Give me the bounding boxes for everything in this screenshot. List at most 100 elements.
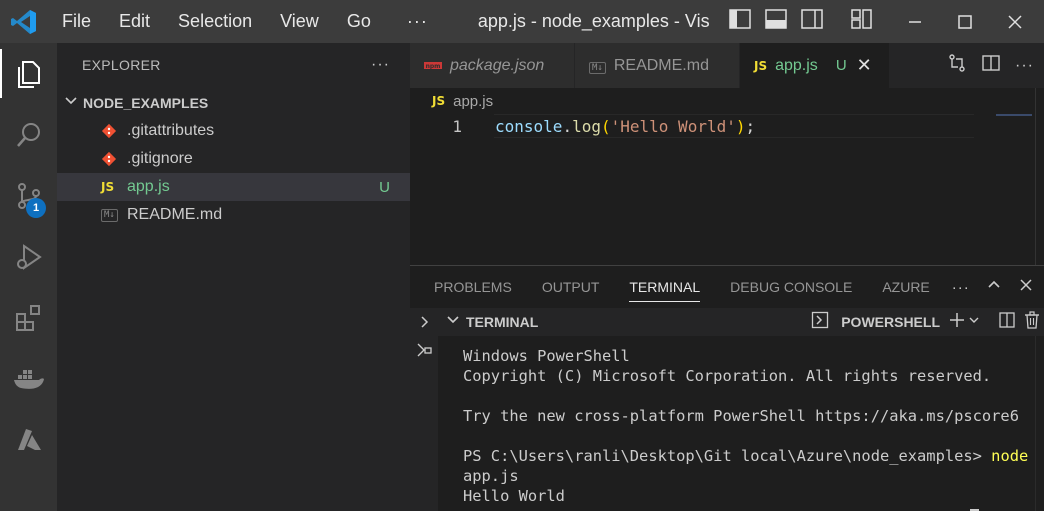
git-icon — [101, 123, 127, 139]
panel-actions — [986, 266, 1034, 308]
terminal-line: Hello World — [463, 487, 565, 505]
chevron-down-icon[interactable] — [446, 313, 460, 332]
file-readme-md[interactable]: M↓ README.md — [57, 201, 410, 229]
tab-output[interactable]: OUTPUT — [542, 266, 600, 308]
terminal-header: TERMINAL POWERSHELL — [438, 308, 1044, 336]
editor-tabs: npm package.json M↓ README.md JS app.js … — [410, 43, 1044, 88]
js-icon: JS — [432, 94, 446, 108]
file-gitignore[interactable]: .gitignore — [57, 145, 410, 173]
terminal-side-toolbar — [410, 308, 438, 511]
new-terminal-icon[interactable] — [948, 311, 966, 334]
menu-file[interactable]: File — [48, 0, 105, 43]
npm-icon: npm — [424, 57, 442, 75]
docker-icon[interactable] — [0, 348, 57, 409]
activity-bar: 1 — [0, 43, 57, 511]
tab-app-js[interactable]: JS app.js U ✕ — [740, 43, 890, 88]
window-title: app.js - node_examples - Vis — [477, 11, 710, 31]
menu-view[interactable]: View — [266, 0, 333, 43]
git-icon — [101, 151, 127, 167]
maximize-panel-icon[interactable] — [986, 277, 1002, 298]
explorer-more-button[interactable]: ··· — [371, 56, 390, 74]
editor-more-icon[interactable]: ··· — [1015, 57, 1034, 75]
tab-debug-console[interactable]: DEBUG CONSOLE — [730, 266, 852, 308]
open-changes-icon[interactable] — [947, 53, 967, 78]
extensions-icon[interactable] — [0, 287, 57, 348]
panel-tabs: PROBLEMS OUTPUT TERMINAL DEBUG CONSOLE A… — [410, 266, 1044, 308]
menu-more-button[interactable]: ··· — [385, 11, 446, 32]
shell-name[interactable]: POWERSHELL — [841, 314, 940, 330]
markdown-icon: M↓ — [101, 208, 127, 222]
file-name: app.js — [127, 178, 170, 195]
search-icon[interactable] — [0, 104, 57, 165]
tab-terminal[interactable]: TERMINAL — [629, 266, 700, 308]
menu-edit[interactable]: Edit — [105, 0, 164, 43]
breadcrumb: JS app.js — [410, 88, 1044, 114]
tab-label: README.md — [613, 56, 709, 74]
minimize-button[interactable] — [890, 0, 940, 43]
bottom-panel: PROBLEMS OUTPUT TERMINAL DEBUG CONSOLE A… — [410, 265, 1044, 511]
toggle-primary-sidebar-icon[interactable] — [729, 9, 751, 34]
close-window-button[interactable] — [990, 0, 1040, 43]
editor-actions: ··· — [947, 43, 1034, 88]
tab-readme-md[interactable]: M↓ README.md — [575, 43, 740, 88]
toggle-secondary-sidebar-icon[interactable] — [801, 9, 823, 34]
tab-label: app.js — [775, 56, 818, 74]
terminal-area: TERMINAL POWERSHELL Windows PowerShell C… — [410, 308, 1044, 511]
chevron-down-icon[interactable] — [968, 313, 980, 331]
code-line[interactable]: 1 console.log('Hello World'); — [410, 114, 1044, 138]
tab-label: package.json — [450, 56, 545, 74]
terminal-scrollbar[interactable] — [1035, 336, 1044, 511]
file-app-js[interactable]: JS app.js U — [57, 173, 410, 201]
explorer-icon[interactable] — [0, 43, 57, 104]
folder-node-examples[interactable]: NODE_EXAMPLES — [57, 89, 410, 117]
markdown-icon: M↓ — [589, 57, 606, 75]
terminal-command: node — [991, 447, 1029, 465]
port-forward-icon[interactable] — [410, 336, 438, 364]
toggle-panel-icon[interactable] — [765, 9, 787, 34]
explorer-title: EXPLORER — [82, 57, 161, 73]
file-gitattributes[interactable]: .gitattributes — [57, 117, 410, 145]
terminal-shell-icon — [811, 311, 829, 334]
split-editor-icon[interactable] — [981, 53, 1001, 78]
tab-azure[interactable]: AZURE — [882, 266, 929, 308]
terminal-prompt-line: PS C:\Users\ranli\Desktop\Git local\Azur… — [463, 446, 1033, 466]
file-name: README.md — [127, 206, 223, 223]
terminal-line: app.js — [463, 467, 519, 485]
file-name: .gitattributes — [127, 122, 215, 139]
editor-scrollbar[interactable] — [1035, 88, 1044, 265]
explorer-sidebar: EXPLORER ··· NODE_EXAMPLES .gitattribute… — [57, 43, 410, 511]
folder-name: NODE_EXAMPLES — [83, 95, 209, 111]
terminal-prompt: PS C:\Users\ranli\Desktop\Git local\Azur… — [463, 447, 992, 465]
editor-area: npm package.json M↓ README.md JS app.js … — [410, 43, 1044, 265]
azure-icon[interactable] — [0, 409, 57, 470]
git-status-badge: U — [835, 57, 847, 74]
close-panel-icon[interactable] — [1018, 277, 1034, 298]
customize-layout-icon[interactable] — [851, 9, 873, 34]
menu-go[interactable]: Go — [333, 0, 385, 43]
run-debug-icon[interactable] — [0, 226, 57, 287]
menu-bar: File Edit Selection View Go ··· — [48, 0, 446, 43]
layout-controls — [729, 9, 873, 34]
line-number: 1 — [452, 116, 462, 136]
window-controls — [890, 0, 1044, 43]
trash-icon[interactable] — [1024, 310, 1040, 334]
panel-more-button[interactable]: ··· — [952, 279, 970, 296]
scm-badge: 1 — [26, 198, 46, 218]
svg-text:npm: npm — [426, 63, 441, 70]
terminal-line: Copyright (C) Microsoft Corporation. All… — [463, 367, 992, 385]
terminal-line: Try the new cross-platform PowerShell ht… — [463, 407, 1019, 425]
close-icon[interactable]: ✕ — [857, 55, 872, 76]
terminal-output[interactable]: Windows PowerShell Copyright (C) Microso… — [463, 346, 1033, 511]
breadcrumb-item[interactable]: app.js — [453, 93, 493, 110]
terminal-header-actions: POWERSHELL — [811, 308, 1040, 336]
tab-problems[interactable]: PROBLEMS — [434, 266, 512, 308]
chevron-right-icon[interactable] — [410, 308, 438, 336]
split-terminal-icon[interactable] — [998, 311, 1016, 334]
menu-selection[interactable]: Selection — [164, 0, 266, 43]
title-bar: File Edit Selection View Go ··· app.js -… — [0, 0, 1044, 43]
tab-package-json[interactable]: npm package.json — [410, 43, 575, 88]
maximize-button[interactable] — [940, 0, 990, 43]
source-control-icon[interactable]: 1 — [0, 165, 57, 226]
